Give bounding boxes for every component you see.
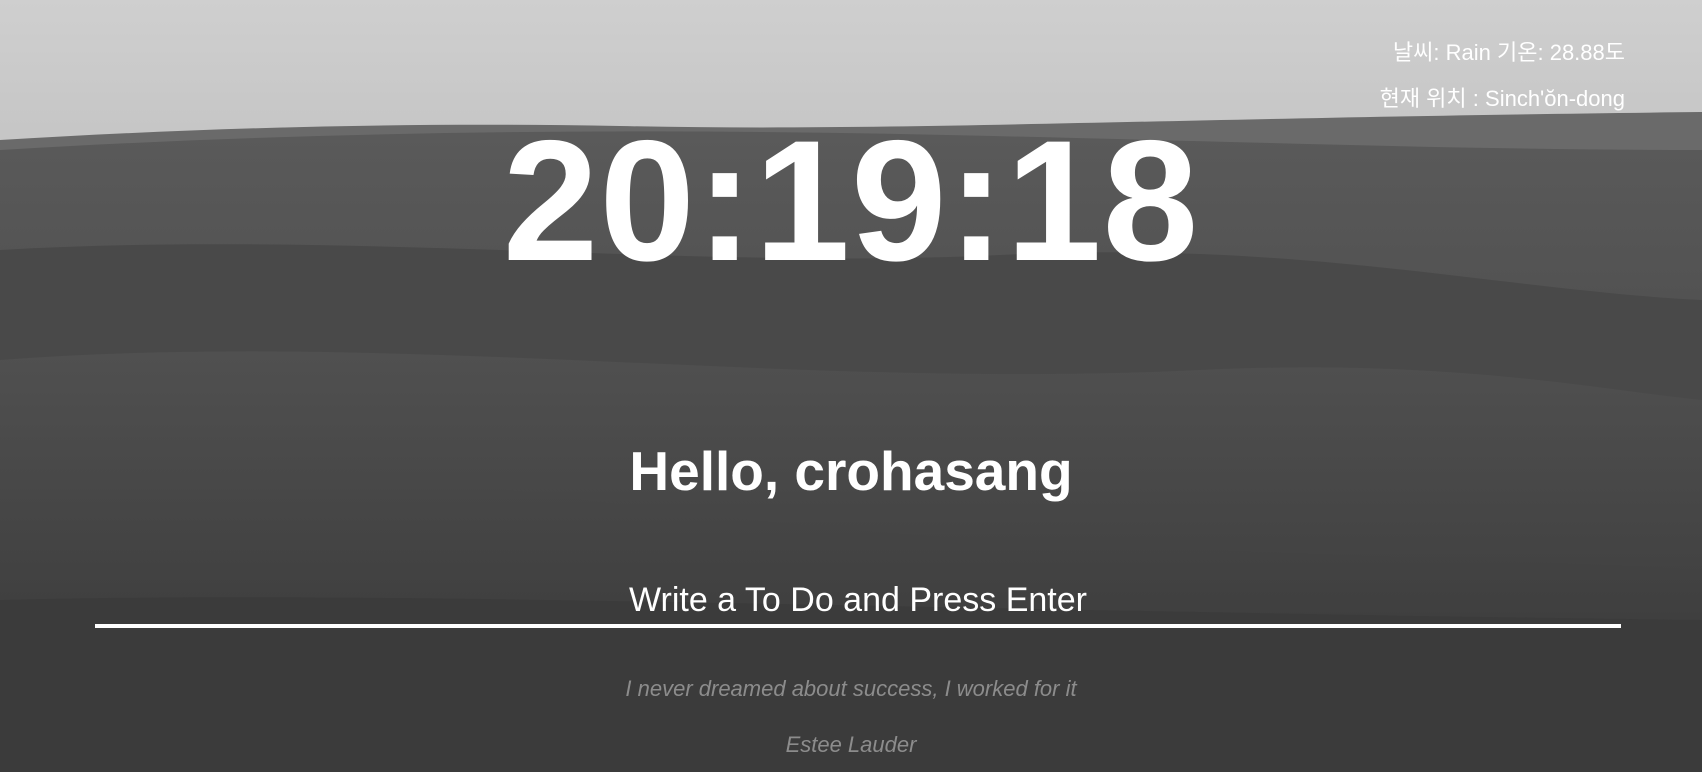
weather-condition: Rain — [1445, 40, 1491, 65]
location-info: 현재 위치 : Sinch'ŏn-dong — [1380, 86, 1625, 112]
temperature-label: 기온: — [1496, 40, 1544, 65]
quote-text: I never dreamed about success, I worked … — [625, 676, 1077, 701]
weather-label: 날씨: — [1392, 40, 1440, 65]
location-label: 현재 위치 : — [1379, 86, 1479, 111]
clock-display: 20:19:18 — [502, 105, 1200, 297]
location-name: Sinch'ŏn-dong — [1485, 86, 1625, 111]
weather-info: 날씨: Rain 기온: 28.88도 — [1380, 40, 1625, 66]
quote-author: Estee Lauder — [785, 732, 917, 757]
greeting-text: Hello, crohasang — [629, 440, 1073, 502]
temperature-value: 28.88도 — [1549, 40, 1625, 65]
todo-input[interactable] — [95, 580, 1621, 628]
todo-form — [95, 580, 1621, 628]
